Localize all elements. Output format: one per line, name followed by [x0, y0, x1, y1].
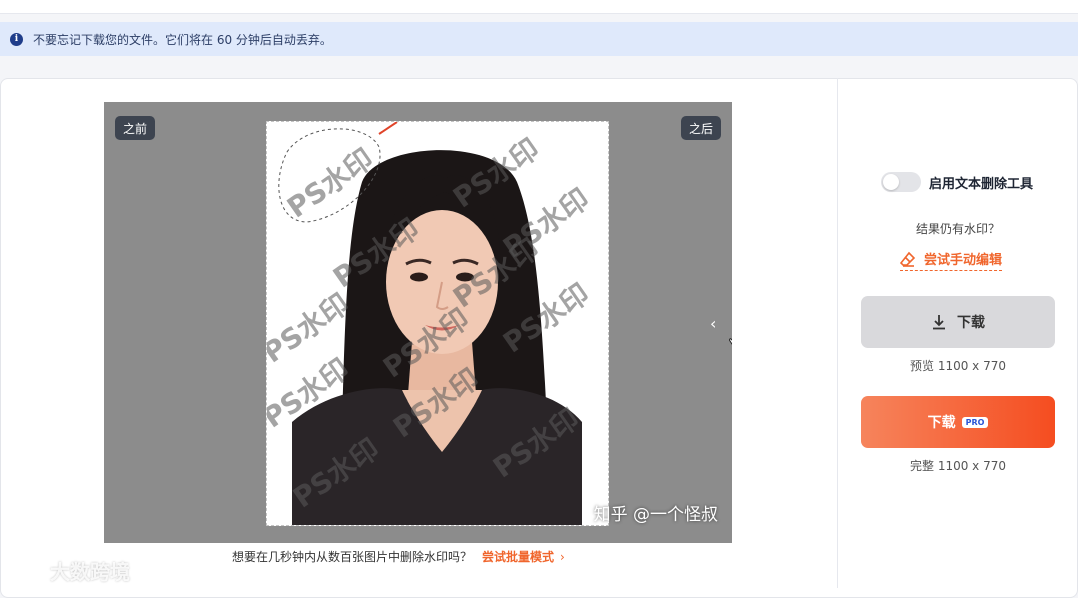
- batch-mode-row: 想要在几秒钟内从数百张图片中删除水印吗？ 尝试批量模式 ›: [232, 548, 565, 565]
- manual-edit-label: 尝试手动编辑: [924, 253, 1003, 268]
- full-size-text: 完整 1100 x 770: [910, 459, 1006, 473]
- photo-preview: PS水印 PS水印 PS水印 PS水印 PS水印 PS水印 PS水印 PS水印 …: [266, 121, 609, 526]
- pro-download-button[interactable]: 下载 PRO: [861, 396, 1055, 448]
- text-removal-toggle-row: 启用文本删除工具: [881, 172, 1033, 192]
- image-credit: 知乎 @一个怪叔: [593, 505, 718, 525]
- action-sidebar: 启用文本删除工具 结果仍有水印？ 尝试手动编辑 下载 预览 1100 x 770…: [838, 78, 1078, 588]
- still-watermark-text: 结果仍有水印？: [915, 222, 1000, 236]
- batch-mode-link[interactable]: 尝试批量模式: [482, 548, 554, 565]
- info-icon: i: [10, 32, 23, 46]
- compare-slider-handle[interactable]: ‹: [710, 314, 716, 333]
- manual-edit-link[interactable]: 尝试手动编辑: [900, 249, 1003, 271]
- text-removal-toggle[interactable]: [881, 172, 921, 192]
- pro-download-label: 下载: [927, 415, 956, 431]
- before-label: 之前: [115, 116, 156, 140]
- brand-text: 大数跨境: [50, 560, 130, 584]
- download-icon: [933, 315, 945, 330]
- image-comparison-canvas[interactable]: PS水印 PS水印 PS水印 PS水印 PS水印 PS水印 PS水印 PS水印 …: [104, 102, 732, 543]
- preview-size-text: 预览 1100 x 770: [910, 359, 1006, 373]
- after-label: 之后: [680, 116, 721, 140]
- hand-cursor-icon: [729, 338, 732, 345]
- brand-watermark: 大数跨境: [8, 556, 130, 585]
- download-label: 下载: [957, 315, 985, 331]
- text-removal-toggle-label: 启用文本删除工具: [929, 176, 1034, 192]
- notice-banner: i 不要忘记下载您的文件。它们将在 60 分钟后自动丢弃。: [0, 22, 1078, 56]
- brand-logo-icon: [8, 561, 43, 580]
- top-strip: [0, 0, 1078, 14]
- toggle-knob: [883, 174, 899, 190]
- notice-text: 不要忘记下载您的文件。它们将在 60 分钟后自动丢弃。: [33, 32, 332, 47]
- eraser-icon: [900, 251, 916, 267]
- chevron-right-icon: ›: [560, 549, 565, 564]
- batch-prompt: 想要在几秒钟内从数百张图片中删除水印吗？: [232, 550, 473, 564]
- download-button[interactable]: 下载: [861, 296, 1055, 348]
- pro-badge: PRO: [961, 416, 989, 428]
